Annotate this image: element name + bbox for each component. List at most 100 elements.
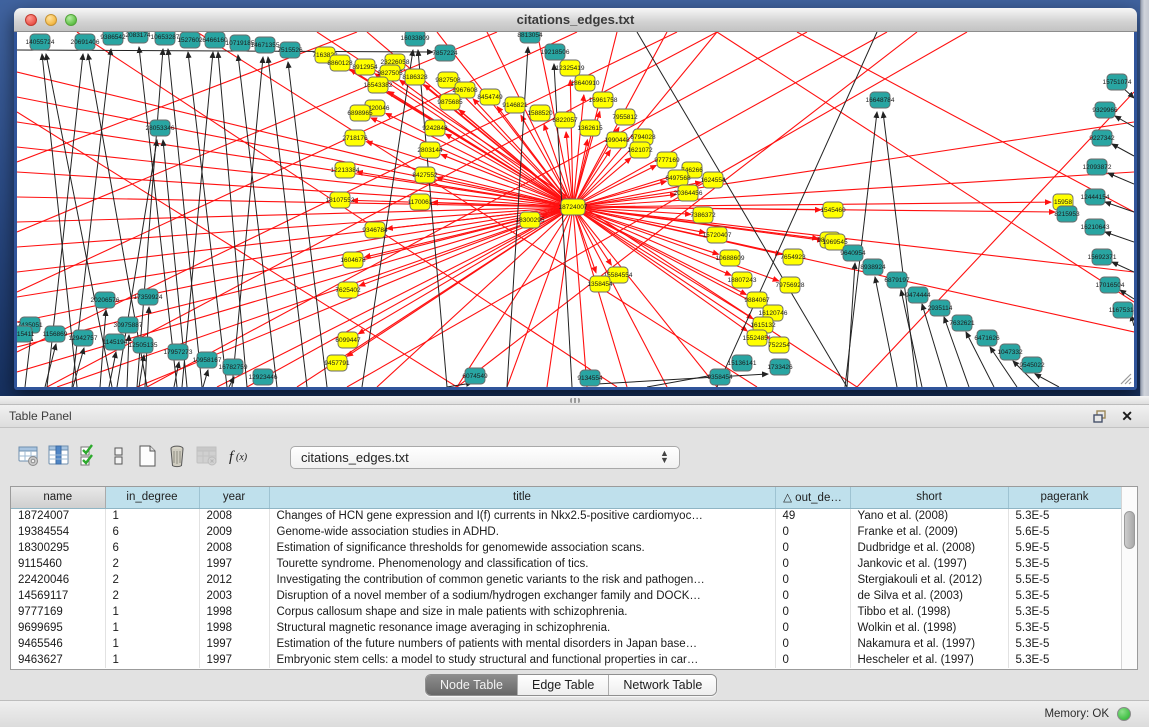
svg-text:1969545: 1969545 (822, 239, 848, 246)
table-row[interactable]: 977716911998Corpus callosum shape and si… (11, 604, 1121, 620)
column-header-out_de[interactable]: △ out_de… (775, 487, 850, 508)
attribute-table[interactable]: namein_degreeyeartitle△ out_de…shortpage… (11, 487, 1122, 668)
memory-ok-icon[interactable] (1117, 707, 1131, 721)
svg-text:12325419: 12325419 (556, 65, 585, 72)
table-header-row[interactable]: namein_degreeyeartitle△ out_de…shortpage… (11, 487, 1121, 508)
svg-text:12444154: 12444154 (1081, 194, 1110, 201)
network-desktop: citations_edges.txt 71638228860128891295… (0, 0, 1149, 396)
svg-text:15136141: 15136141 (728, 360, 757, 367)
table-row[interactable]: 946554611997Estimation of the future num… (11, 636, 1121, 652)
svg-text:1362615: 1362615 (577, 125, 603, 132)
svg-text:16782759: 16782759 (219, 364, 248, 371)
svg-text:2803144: 2803144 (417, 147, 443, 154)
svg-text:8860128: 8860128 (327, 60, 353, 67)
row-checks-button[interactable] (76, 444, 102, 470)
svg-text:12213384: 12213384 (331, 167, 360, 174)
table-row[interactable]: 1872400712008Changes of HCN gene express… (11, 508, 1121, 524)
svg-text:1170061: 1170061 (408, 199, 433, 206)
network-window[interactable]: citations_edges.txt 71638228860128891295… (14, 8, 1137, 390)
svg-text:8938924: 8938924 (860, 264, 886, 271)
tab-edge-table[interactable]: Edge Table (518, 675, 609, 696)
table-row[interactable]: 1938455462009Genome-wide association stu… (11, 524, 1121, 540)
svg-text:20691406: 20691406 (71, 39, 100, 46)
svg-text:18807243: 18807243 (728, 277, 757, 284)
column-header-year[interactable]: year (199, 487, 269, 508)
svg-text:2967608: 2967608 (452, 87, 478, 94)
table-row[interactable]: 1830029562008Estimation of significance … (11, 540, 1121, 556)
float-panel-icon[interactable] (1093, 410, 1107, 423)
svg-text:8813054: 8813054 (517, 32, 543, 39)
table-row[interactable]: 2242004622012Investigating the contribut… (11, 572, 1121, 588)
column-header-short[interactable]: short (850, 487, 1008, 508)
show-columns-button[interactable] (46, 444, 72, 470)
svg-text:17957273: 17957273 (164, 349, 193, 356)
svg-text:1588520: 1588520 (527, 110, 553, 117)
svg-text:18300295: 18300295 (516, 217, 545, 224)
resize-grip-icon[interactable] (1118, 371, 1132, 385)
scrollbar-thumb[interactable] (1124, 511, 1135, 549)
svg-text:8215953: 8215953 (1054, 211, 1080, 218)
table-row[interactable]: 946362711997Embryonic stem cells: a mode… (11, 652, 1121, 668)
svg-text:15524851: 15524851 (743, 335, 772, 342)
svg-text:6794028: 6794028 (630, 134, 656, 141)
svg-text:14055724: 14055724 (26, 39, 55, 46)
svg-text:1624554: 1624554 (700, 177, 726, 184)
svg-text:7955812: 7955812 (612, 114, 638, 121)
table-row[interactable]: 969969511998Structural magnetic resonanc… (11, 620, 1121, 636)
svg-text:12505135: 12505135 (129, 342, 158, 349)
svg-text:16648784: 16648784 (866, 97, 895, 104)
svg-text:9358454: 9358454 (707, 374, 733, 381)
table-row[interactable]: 911546021997Tourette syndrome. Phenomeno… (11, 556, 1121, 572)
svg-text:17016504: 17016504 (1096, 282, 1125, 289)
column-header-in_degree[interactable]: in_degree (105, 487, 199, 508)
svg-text:9474444: 9474444 (905, 292, 931, 299)
column-header-pagerank[interactable]: pagerank (1008, 487, 1121, 508)
column-header-title[interactable]: title (269, 487, 775, 508)
svg-text:1990448: 1990448 (604, 137, 630, 144)
new-column-button[interactable] (134, 444, 160, 470)
svg-text:1156869: 1156869 (43, 331, 68, 338)
status-bar: Memory: OK (0, 700, 1149, 727)
svg-text:2083174: 2083174 (125, 32, 151, 39)
table-selector-dropdown[interactable]: citations_edges.txt (290, 446, 680, 469)
table-settings-button[interactable] (16, 444, 42, 470)
collapsed-panel-strip[interactable] (1140, 0, 1149, 396)
tab-network-table[interactable]: Network Table (609, 675, 716, 696)
svg-text:19218506: 19218506 (541, 49, 570, 56)
svg-text:9457791: 9457791 (324, 360, 350, 367)
tab-node-table[interactable]: Node Table (426, 675, 518, 696)
svg-text:30975887: 30975887 (114, 322, 143, 329)
svg-text:f: f (229, 449, 235, 465)
svg-text:8427552: 8427552 (412, 172, 438, 179)
svg-text:9386542: 9386542 (100, 34, 126, 41)
svg-text:7386372: 7386372 (690, 212, 716, 219)
panel-splitter[interactable] (0, 396, 1149, 405)
function-builder-button[interactable]: f (x) (226, 444, 260, 470)
table-scrollbar[interactable] (1121, 487, 1137, 669)
svg-text:9545022: 9545022 (1019, 362, 1045, 369)
delete-column-button[interactable] (164, 444, 190, 470)
svg-text:8454749: 8454749 (477, 94, 503, 101)
network-window-titlebar[interactable]: citations_edges.txt (14, 8, 1137, 32)
svg-text:79756928: 79756928 (776, 282, 805, 289)
table-row[interactable]: 1456911722003Disruption of a novel membe… (11, 588, 1121, 604)
svg-text:15751074: 15751074 (1103, 79, 1132, 86)
svg-text:16033809: 16033809 (401, 35, 430, 42)
column-header-name[interactable]: name (11, 487, 105, 508)
columns-button[interactable] (106, 444, 132, 470)
close-panel-icon[interactable]: ✕ (1121, 408, 1133, 425)
svg-text:12093872: 12093872 (1083, 164, 1112, 171)
svg-text:7625402: 7625402 (335, 287, 361, 294)
node-table[interactable]: namein_degreeyeartitle△ out_de…shortpage… (10, 486, 1138, 670)
svg-text:7632621: 7632621 (949, 320, 975, 327)
svg-text:18107552: 18107552 (326, 197, 355, 204)
svg-text:1145194: 1145194 (103, 339, 128, 346)
network-canvas[interactable]: 7163822886012889129542322605898275051654… (17, 32, 1134, 387)
svg-text:16961758: 16961758 (589, 97, 618, 104)
svg-text:6466160: 6466160 (202, 37, 228, 44)
svg-text:9875685: 9875685 (437, 99, 463, 106)
table-toolbar: f (x) citations_edges.txt ▲▼ (0, 428, 1149, 486)
citation-network-graph[interactable]: 7163822886012889129542322605898275051654… (17, 32, 1134, 387)
svg-text:2718176: 2718176 (342, 135, 368, 142)
svg-text:7515526: 7515526 (277, 47, 303, 54)
